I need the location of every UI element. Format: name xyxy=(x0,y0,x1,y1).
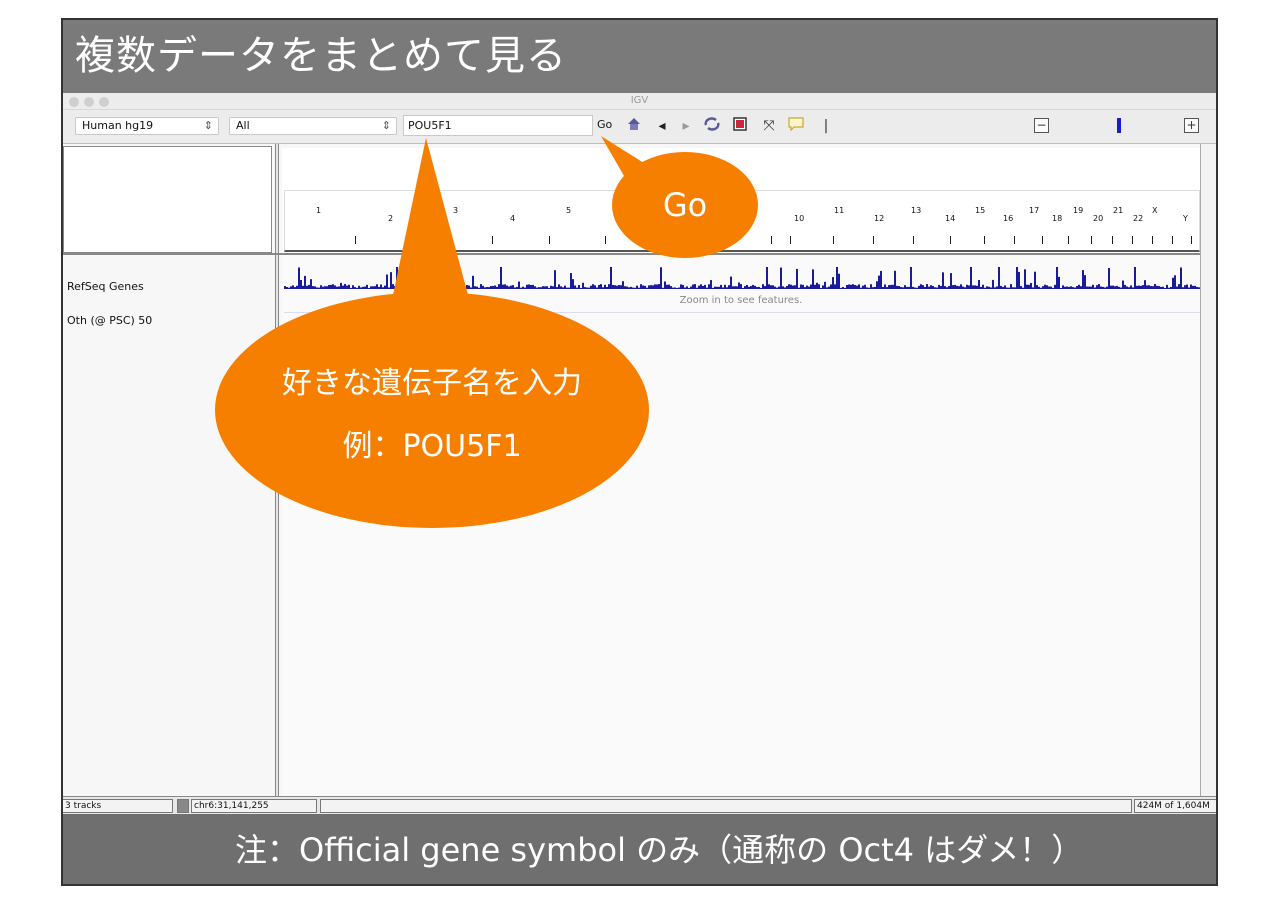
gene-callout-pointer xyxy=(393,138,468,295)
go-callout-label: Go xyxy=(662,186,708,224)
gene-callout-bubble xyxy=(215,292,649,528)
gene-callout-line2: 例：POU5F1 xyxy=(342,429,522,464)
gene-callout-line1: 好きな遺伝子名を入力 xyxy=(282,366,582,401)
slide: 複数データをまとめて見る IGV Human hg19 ⇕ All ⇕ POU5… xyxy=(61,18,1218,886)
